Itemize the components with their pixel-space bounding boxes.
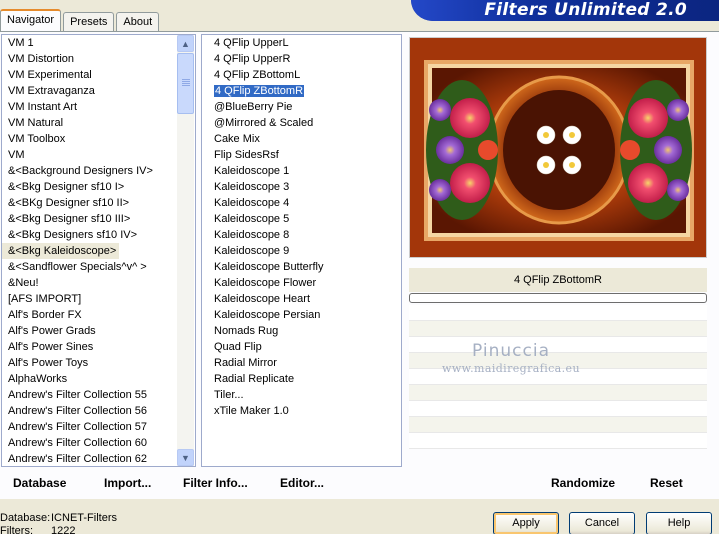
bottom-toolbar: Database Import... Filter Info... Editor… [0, 471, 719, 495]
filter-item[interactable]: Quad Flip [202, 339, 401, 355]
filter-item[interactable]: Kaleidoscope 9 [202, 243, 401, 259]
scroll-thumb[interactable] [177, 53, 194, 114]
tab-bar: Navigator Presets About [0, 9, 161, 31]
header-band: Filters Unlimited 2.0 [411, 0, 719, 21]
filters-info: Filters: 1222 [0, 525, 75, 534]
category-item[interactable]: [AFS IMPORT] [2, 291, 195, 307]
category-item[interactable]: Alf's Power Grads [2, 323, 195, 339]
randomize-button[interactable]: Randomize [551, 471, 615, 495]
category-item[interactable]: Andrew's Filter Collection 60 [2, 435, 195, 451]
apply-button[interactable]: Apply [493, 512, 559, 534]
help-button[interactable]: Help [646, 512, 712, 534]
category-item[interactable]: &<Sandflower Specials^v^ > [2, 259, 195, 275]
progress-bar [409, 293, 707, 303]
app-title: Filters Unlimited 2.0 [484, 0, 687, 20]
filter-item[interactable]: Kaleidoscope 5 [202, 211, 401, 227]
kaleidoscope-preview-graphic [410, 38, 706, 257]
filter-item[interactable]: Kaleidoscope Flower [202, 275, 401, 291]
filter-item[interactable]: Kaleidoscope 3 [202, 179, 401, 195]
category-item[interactable]: Alf's Border FX [2, 307, 195, 323]
preview-filter-name: 4 QFlip ZBottomR [409, 268, 707, 292]
filter-item[interactable]: Cake Mix [202, 131, 401, 147]
filters-label: Filters: [0, 525, 33, 534]
filter-item[interactable]: 4 QFlip UpperR [202, 51, 401, 67]
preview-image [409, 37, 707, 258]
watermark-url: www.maidiregrafica.eu [442, 362, 580, 375]
tab-presets[interactable]: Presets [63, 12, 115, 31]
chevron-up-icon[interactable]: ▲ [177, 35, 194, 52]
editor-button[interactable]: Editor... [280, 471, 324, 495]
filter-item[interactable]: @BlueBerry Pie [202, 99, 401, 115]
parameter-area [409, 305, 707, 465]
filter-item[interactable]: Kaleidoscope Heart [202, 291, 401, 307]
filter-item[interactable]: Kaleidoscope 8 [202, 227, 401, 243]
selected-filter-label: 4 QFlip ZBottomR [212, 84, 306, 98]
param-row [409, 433, 707, 449]
category-item[interactable]: Andrew's Filter Collection 55 [2, 387, 195, 403]
category-item[interactable]: &<Bkg Designer sf10 I> [2, 179, 195, 195]
database-button[interactable]: Database [13, 471, 66, 495]
filter-item[interactable]: Tiler... [202, 387, 401, 403]
filter-item[interactable]: Kaleidoscope 1 [202, 163, 401, 179]
filter-item[interactable]: Kaleidoscope 4 [202, 195, 401, 211]
param-row [409, 321, 707, 337]
category-item[interactable]: &Neu! [2, 275, 195, 291]
category-item[interactable]: VM 1 [2, 35, 195, 51]
param-row [409, 417, 707, 433]
tab-navigator[interactable]: Navigator [0, 9, 62, 31]
param-row [409, 305, 707, 321]
param-row [409, 337, 707, 353]
category-item[interactable]: VM Extravaganza [2, 83, 195, 99]
category-item[interactable]: &<Background Designers IV> [2, 163, 195, 179]
category-item[interactable]: Andrew's Filter Collection 56 [2, 403, 195, 419]
category-item[interactable]: VM Natural [2, 115, 195, 131]
reset-button[interactable]: Reset [650, 471, 683, 495]
category-item[interactable]: Andrew's Filter Collection 57 [2, 419, 195, 435]
filter-item[interactable]: @Mirrored & Scaled [202, 115, 401, 131]
param-row [409, 385, 707, 401]
category-item[interactable]: &<Bkg Kaleidoscope> [2, 243, 120, 259]
database-label: Database: [0, 512, 51, 524]
filter-item[interactable]: Kaleidoscope Butterfly [202, 259, 401, 275]
filter-item[interactable]: Radial Replicate [202, 371, 401, 387]
chevron-down-icon[interactable]: ▼ [177, 449, 194, 466]
filter-item[interactable]: 4 QFlip UpperL [202, 35, 401, 51]
filter-item[interactable]: xTile Maker 1.0 [202, 403, 401, 419]
category-item[interactable]: Alf's Power Toys [2, 355, 195, 371]
watermark-name: Pinuccia [472, 341, 550, 361]
filter-info-button[interactable]: Filter Info... [183, 471, 248, 495]
import-button[interactable]: Import... [104, 471, 151, 495]
database-value: ICNET-Filters [51, 512, 117, 524]
filter-item[interactable]: 4 QFlip ZBottomL [202, 67, 401, 83]
database-info: Database:ICNET-Filters [0, 512, 117, 524]
category-item[interactable]: VM Instant Art [2, 99, 195, 115]
category-item[interactable]: VM [2, 147, 195, 163]
param-row [409, 401, 707, 417]
category-item[interactable]: &<Bkg Designer sf10 III> [2, 211, 195, 227]
category-item[interactable]: Alf's Power Sines [2, 339, 195, 355]
category-item[interactable]: VM Experimental [2, 67, 195, 83]
category-item[interactable]: &<Bkg Designers sf10 IV> [2, 227, 195, 243]
filter-item[interactable]: Kaleidoscope Persian [202, 307, 401, 323]
filter-list[interactable]: 4 QFlip UpperL 4 QFlip UpperR 4 QFlip ZBot… [201, 34, 402, 467]
filters-unlimited-window: Filters Unlimited 2.0 Navigator Presets … [0, 0, 719, 534]
category-item[interactable]: AlphaWorks [2, 371, 195, 387]
category-item[interactable]: &<BKg Designer sf10 II> [2, 195, 195, 211]
filter-item[interactable]: 4 QFlip ZBottomR [202, 83, 401, 99]
category-item[interactable]: VM Toolbox [2, 131, 195, 147]
category-item[interactable]: VM Distortion [2, 51, 195, 67]
cancel-button[interactable]: Cancel [569, 512, 635, 534]
category-item[interactable]: Andrew's Filter Collection 62 [2, 451, 195, 466]
filter-item[interactable]: Nomads Rug [202, 323, 401, 339]
filters-count: 1222 [51, 525, 76, 534]
filter-item[interactable]: Radial Mirror [202, 355, 401, 371]
category-list[interactable]: VM 1 VM Distortion VM Experimental VM Extra… [1, 34, 196, 467]
category-scrollbar[interactable]: ▲ ▼ [177, 35, 194, 466]
tab-about[interactable]: About [116, 12, 160, 31]
filter-item[interactable]: Flip SidesRsf [202, 147, 401, 163]
